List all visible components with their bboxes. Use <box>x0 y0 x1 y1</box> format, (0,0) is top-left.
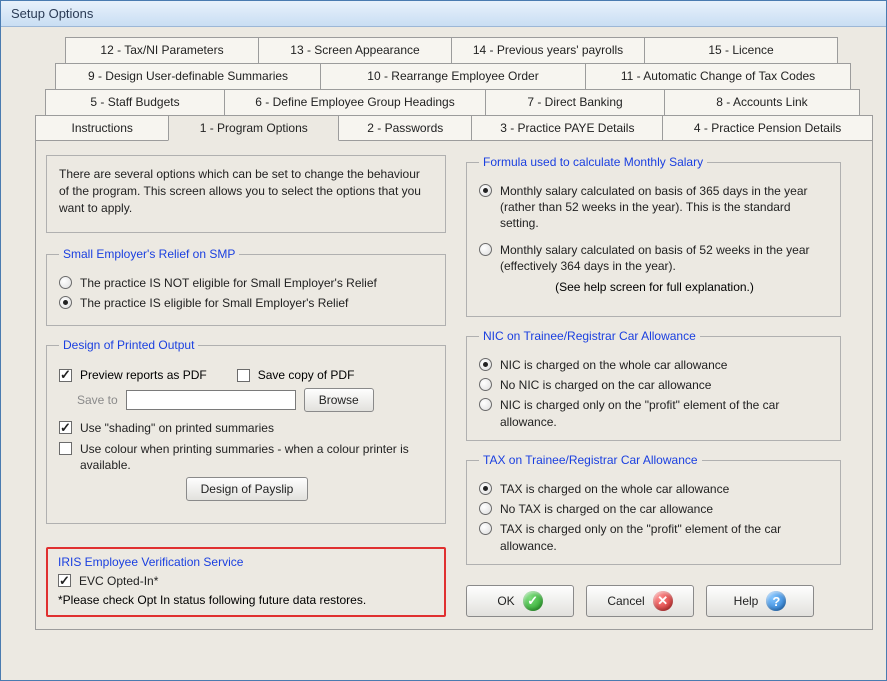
question-icon: ? <box>766 591 786 611</box>
radio-smp-not-eligible[interactable] <box>59 276 72 289</box>
tab-panel: There are several options which can be s… <box>35 140 873 630</box>
label-salary-365: Monthly salary calculated on basis of 36… <box>500 183 830 232</box>
tab-6[interactable]: 6 - Define Employee Group Headings <box>224 89 486 115</box>
label-evc-opted-in: EVC Opted-In* <box>79 573 158 589</box>
radio-salary-52[interactable] <box>479 243 492 256</box>
group-printed-legend: Design of Printed Output <box>59 338 198 352</box>
check-evc-opted-in[interactable] <box>58 574 71 587</box>
group-tax-legend: TAX on Trainee/Registrar Car Allowance <box>479 453 702 467</box>
label-shading: Use "shading" on printed summaries <box>80 420 274 436</box>
left-column: There are several options which can be s… <box>46 155 446 617</box>
tab-8[interactable]: 8 - Accounts Link <box>664 89 860 115</box>
group-smp: Small Employer's Relief on SMP The pract… <box>46 247 446 326</box>
client-area: 12 - Tax/NI Parameters 13 - Screen Appea… <box>1 27 886 680</box>
tab-7[interactable]: 7 - Direct Banking <box>485 89 665 115</box>
tab-13[interactable]: 13 - Screen Appearance <box>258 37 452 63</box>
evc-note: *Please check Opt In status following fu… <box>58 593 434 607</box>
checkmark-icon: ✓ <box>523 591 543 611</box>
group-monthly-salary: Formula used to calculate Monthly Salary… <box>466 155 841 317</box>
check-colour-print[interactable] <box>59 442 72 455</box>
tab-9[interactable]: 9 - Design User-definable Summaries <box>55 63 321 89</box>
label-tax-none: No TAX is charged on the car allowance <box>500 501 713 517</box>
label-save-to: Save to <box>77 393 118 407</box>
setup-options-window: Setup Options 12 - Tax/NI Parameters 13 … <box>0 0 887 681</box>
label-salary-help: (See help screen for full explanation.) <box>479 280 830 294</box>
label-smp-not-eligible: The practice IS NOT eligible for Small E… <box>80 275 377 291</box>
group-printed-output: Design of Printed Output Preview reports… <box>46 338 446 524</box>
ok-button[interactable]: OK ✓ <box>466 585 574 617</box>
tab-10[interactable]: 10 - Rearrange Employee Order <box>320 63 586 89</box>
tab-11[interactable]: 11 - Automatic Change of Tax Codes <box>585 63 851 89</box>
tabs-row-3: 5 - Staff Budgets 6 - Define Employee Gr… <box>45 89 863 115</box>
cancel-label: Cancel <box>607 594 644 608</box>
radio-nic-profit[interactable] <box>479 398 492 411</box>
tab-passwords[interactable]: 2 - Passwords <box>338 115 472 141</box>
intro-text: There are several options which can be s… <box>46 155 446 233</box>
radio-nic-none[interactable] <box>479 378 492 391</box>
label-nic-none: No NIC is charged on the car allowance <box>500 377 711 393</box>
tab-5[interactable]: 5 - Staff Budgets <box>45 89 225 115</box>
tab-14[interactable]: 14 - Previous years' payrolls <box>451 37 645 63</box>
label-tax-whole: TAX is charged on the whole car allowanc… <box>500 481 729 497</box>
radio-tax-profit[interactable] <box>479 522 492 535</box>
label-smp-eligible: The practice IS eligible for Small Emplo… <box>80 295 348 311</box>
ok-label: OK <box>497 594 514 608</box>
tabs-row-1: 12 - Tax/NI Parameters 13 - Screen Appea… <box>65 37 845 63</box>
label-salary-52: Monthly salary calculated on basis of 52… <box>500 242 830 274</box>
group-smp-legend: Small Employer's Relief on SMP <box>59 247 239 261</box>
check-save-copy-pdf[interactable] <box>237 369 250 382</box>
tab-15[interactable]: 15 - Licence <box>644 37 838 63</box>
group-evc: IRIS Employee Verification Service EVC O… <box>46 547 446 617</box>
browse-button[interactable]: Browse <box>304 388 374 412</box>
group-monthly-legend: Formula used to calculate Monthly Salary <box>479 155 707 169</box>
cancel-button[interactable]: Cancel ✕ <box>586 585 694 617</box>
radio-tax-none[interactable] <box>479 502 492 515</box>
close-icon: ✕ <box>653 591 673 611</box>
label-nic-profit: NIC is charged only on the "profit" elem… <box>500 397 830 429</box>
label-nic-whole: NIC is charged on the whole car allowanc… <box>500 357 727 373</box>
check-preview-pdf[interactable] <box>59 369 72 382</box>
radio-nic-whole[interactable] <box>479 358 492 371</box>
tabs-row-2: 9 - Design User-definable Summaries 10 -… <box>55 63 853 89</box>
help-button[interactable]: Help ? <box>706 585 814 617</box>
tab-instructions[interactable]: Instructions <box>35 115 169 141</box>
check-shading[interactable] <box>59 421 72 434</box>
window-title: Setup Options <box>1 1 886 27</box>
radio-tax-whole[interactable] <box>479 482 492 495</box>
label-colour-print: Use colour when printing summaries - whe… <box>80 441 435 473</box>
label-tax-profit: TAX is charged only on the "profit" elem… <box>500 521 830 553</box>
tab-practice-paye[interactable]: 3 - Practice PAYE Details <box>471 115 663 141</box>
radio-smp-eligible[interactable] <box>59 296 72 309</box>
right-column: Formula used to calculate Monthly Salary… <box>466 155 841 617</box>
group-evc-legend: IRIS Employee Verification Service <box>58 555 434 569</box>
label-preview-pdf: Preview reports as PDF <box>80 368 207 382</box>
tab-program-options[interactable]: 1 - Program Options <box>168 115 339 141</box>
group-nic: NIC on Trainee/Registrar Car Allowance N… <box>466 329 841 441</box>
tab-practice-pension[interactable]: 4 - Practice Pension Details <box>662 115 873 141</box>
tabs-row-4: Instructions 1 - Program Options 2 - Pas… <box>35 115 873 141</box>
group-tax: TAX on Trainee/Registrar Car Allowance T… <box>466 453 841 565</box>
radio-salary-365[interactable] <box>479 184 492 197</box>
design-payslip-button[interactable]: Design of Payslip <box>186 477 309 501</box>
group-nic-legend: NIC on Trainee/Registrar Car Allowance <box>479 329 700 343</box>
input-save-to[interactable] <box>126 390 296 410</box>
dialog-buttons: OK ✓ Cancel ✕ Help ? <box>466 577 841 617</box>
help-label: Help <box>734 594 759 608</box>
tab-12[interactable]: 12 - Tax/NI Parameters <box>65 37 259 63</box>
label-save-copy-pdf: Save copy of PDF <box>258 368 355 382</box>
